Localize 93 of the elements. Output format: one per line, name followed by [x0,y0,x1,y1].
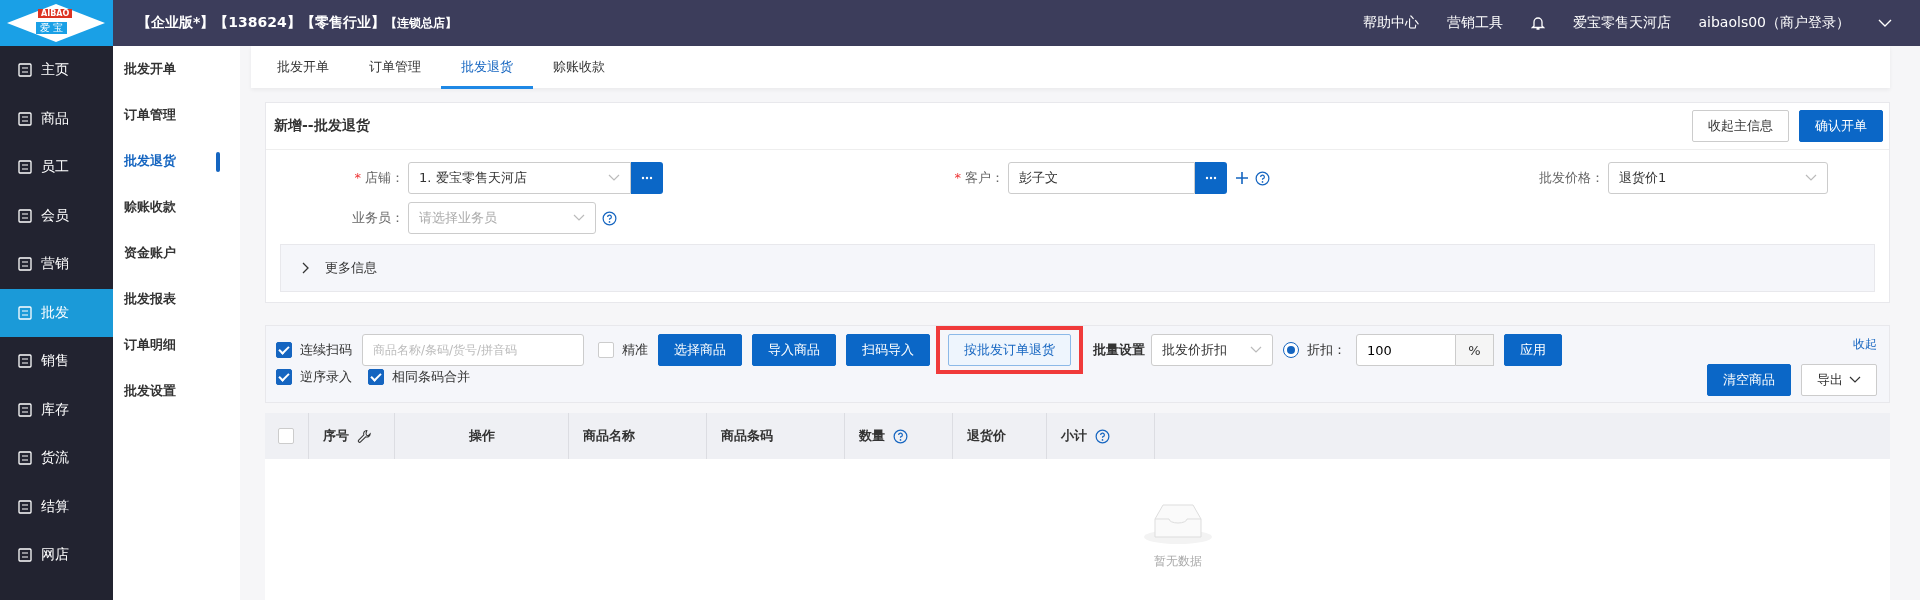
sidebar-item[interactable]: 营销 [0,240,113,289]
form-button[interactable]: 收起主信息 [1692,110,1789,142]
subnav-item[interactable]: 资金账户 [113,230,240,276]
toolbar-button[interactable]: 选择商品 [658,334,742,366]
header-link[interactable]: 营销工具 [1446,14,1503,32]
discount-field[interactable]: 100 [1356,334,1456,366]
chevron-down-icon[interactable] [1878,18,1892,28]
bell-icon[interactable] [1530,15,1545,31]
exact-checkbox[interactable]: 精准 [598,341,648,359]
batch-label: 批量设置 [1093,341,1145,359]
export-button[interactable]: 导出 [1801,364,1877,396]
column-header: 序号 [323,427,349,445]
store-name[interactable]: 爱宝零售天河店 [1572,14,1671,32]
edition-tag: 【连锁总店】 [384,14,457,32]
edition-tag: 【138624】 [214,14,301,32]
sidebar-item[interactable]: 结算 [0,482,113,531]
user-menu[interactable]: aibaols00（商户登录） [1698,14,1850,32]
column-header: 数量 [859,427,885,445]
tab[interactable]: 赊账收款 [533,45,625,89]
toolbar-button[interactable]: 扫码导入 [846,334,930,366]
subnav-item[interactable]: 批发设置 [113,368,240,414]
field-label: 客户： [965,170,1004,185]
search-field[interactable]: 商品名称/条码/货号/拼音码 [362,334,584,366]
field-label: 店铺： [365,170,404,185]
edition-tag: 【零售行业】 [300,14,385,32]
sidebar-item[interactable]: 货流 [0,434,113,483]
sidebar-item[interactable]: 库存 [0,385,113,434]
ellipsis-icon [641,176,653,180]
form-button[interactable]: 确认开单 [1799,110,1883,142]
chevron-down-icon [1849,376,1861,384]
wrench-icon[interactable] [357,428,372,444]
tab[interactable]: 订单管理 [349,45,441,89]
chevron-down-icon [608,174,620,182]
form-title: 新增--批发退货 [274,117,370,135]
chevron-down-icon [1805,174,1817,182]
input-field[interactable]: 彭子文 [1008,162,1195,194]
sidebar-item[interactable]: 会员 [0,191,113,240]
select-field[interactable]: 退货价1 [1608,162,1828,194]
required-mark: * [954,170,961,185]
scan-checkbox[interactable]: 连续扫码 [276,341,352,359]
more-info-label: 更多信息 [325,259,377,277]
empty-text: 暂无数据 [1153,553,1202,570]
subnav-item[interactable]: 订单管理 [113,92,240,138]
select-field[interactable]: 1. 爱宝零售天河店 [408,162,631,194]
collapse-link[interactable]: 收起 [1853,336,1877,353]
subnav-item[interactable]: 批发开单 [113,46,240,92]
radio[interactable] [1283,342,1299,358]
subnav-item[interactable]: 赊账收款 [113,184,240,230]
sidebar-item[interactable]: 销售 [0,337,113,386]
column-header: 商品条码 [721,427,773,445]
sidebar-item[interactable]: 商品 [0,94,113,143]
column-header: 商品名称 [583,427,635,445]
header-link[interactable]: 帮助中心 [1362,14,1419,32]
select-all-checkbox[interactable] [278,428,294,444]
tab[interactable]: 批发退货 [441,45,533,89]
required-mark: * [354,170,361,185]
clear-button[interactable]: 清空商品 [1707,364,1791,396]
logo-name: 爱 宝 [36,22,68,34]
logo[interactable]: AIBAO 爱 宝 [0,0,113,46]
toolbar-button[interactable]: 导入商品 [752,334,836,366]
checkbox[interactable] [368,369,384,385]
chevron-down-icon [1250,346,1262,354]
edition-tag: 【企业版*】 [137,14,215,32]
column-header: 小计 [1061,427,1087,445]
toolbar-button[interactable]: 按批发订单退货 [948,334,1071,366]
help-icon[interactable] [602,210,617,226]
subnav-item[interactable]: 批发报表 [113,276,240,322]
column-header: 操作 [468,427,495,445]
checkbox[interactable] [276,342,292,358]
field-label: 业务员： [352,210,404,225]
tab[interactable]: 批发开单 [257,45,349,89]
sidebar-item[interactable]: 主页 [0,46,113,95]
plus-icon[interactable] [1235,171,1249,185]
unit-label: % [1456,334,1494,366]
sidebar-item[interactable]: 网店 [0,531,113,580]
option-checkbox[interactable]: 相同条码合并 [368,368,470,386]
help-icon[interactable] [1255,170,1270,186]
more-info-panel[interactable]: 更多信息 [280,244,1875,292]
apply-button[interactable]: 应用 [1504,334,1562,366]
help-icon[interactable] [893,428,908,444]
column-header: 退货价 [967,427,1006,445]
option-checkbox[interactable]: 逆序录入 [276,368,352,386]
discount-radio[interactable]: 折扣： [1283,341,1346,359]
sidebar-item[interactable]: 员工 [0,143,113,192]
chevron-down-icon [573,214,585,222]
logo-word: AIBAO [38,9,73,18]
select-field[interactable]: 批发价折扣 [1151,334,1273,366]
field-label: 批发价格： [1539,170,1604,185]
checkbox[interactable] [276,369,292,385]
subnav-item[interactable]: 订单明细 [113,322,240,368]
subnav-item[interactable]: 批发退货 [113,138,240,184]
ellipsis-icon [1205,176,1217,180]
help-icon[interactable] [1095,428,1110,444]
